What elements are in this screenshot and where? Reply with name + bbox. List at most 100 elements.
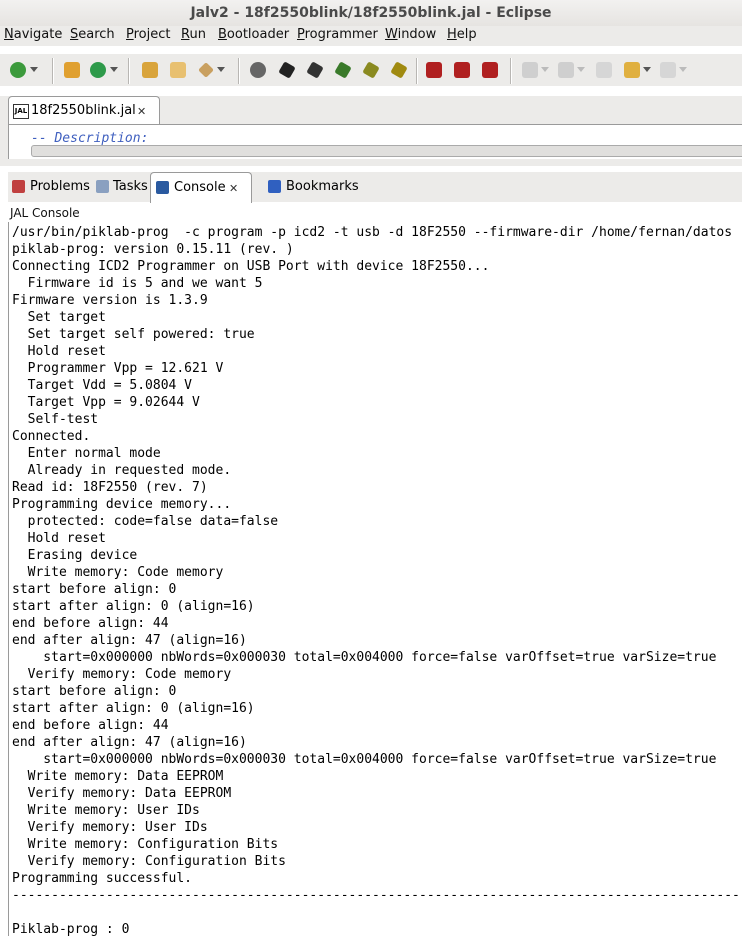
- console-icon: [156, 181, 169, 194]
- console-line: Write memory: User IDs: [12, 803, 200, 818]
- console-line: end before align: 44: [12, 616, 169, 631]
- prev-annotation-icon[interactable]: [558, 62, 574, 78]
- tab-tasks-label: Tasks: [113, 179, 148, 194]
- open-folder-icon[interactable]: [142, 62, 158, 78]
- forward-dropdown-icon[interactable]: [679, 67, 687, 72]
- close-icon[interactable]: ✕: [137, 105, 146, 118]
- menu-bootloader[interactable]: Bootloader: [218, 27, 289, 42]
- console-line: end after align: 47 (align=16): [12, 633, 247, 648]
- console-line: Connecting ICD2 Programmer on USB Port w…: [12, 259, 490, 274]
- back-arrow-icon[interactable]: [624, 62, 640, 78]
- console-line: end after align: 47 (align=16): [12, 735, 247, 750]
- menu-project[interactable]: Project: [126, 27, 171, 42]
- console-line: Self-test: [12, 412, 99, 427]
- toolbar-separator: [128, 58, 129, 84]
- new-wizard-dropdown-icon[interactable]: [30, 67, 38, 72]
- tool-icon[interactable]: [198, 62, 214, 78]
- back-dropdown-icon[interactable]: [643, 67, 651, 72]
- console-title: JAL Console: [10, 206, 80, 220]
- console-line: Verify memory: User IDs: [12, 820, 208, 835]
- console-output[interactable]: /usr/bin/piklab-prog -c program -p icd2 …: [8, 222, 742, 936]
- tab-console[interactable]: Console ✕: [150, 172, 252, 203]
- editor-area: JAL 18f2550blink.jal ✕ -- Description:: [0, 96, 742, 166]
- console-line: start before align: 0: [12, 684, 177, 699]
- menu-help[interactable]: Help: [447, 27, 477, 42]
- menu-navigate[interactable]: Navigate: [4, 27, 62, 42]
- console-line: start=0x000000 nbWords=0x000030 total=0x…: [12, 650, 717, 665]
- chip-program-icon[interactable]: [334, 61, 352, 79]
- tasks-icon: [96, 180, 109, 193]
- tab-problems-label: Problems: [30, 179, 90, 194]
- forward-arrow-icon[interactable]: [660, 62, 676, 78]
- editor-body[interactable]: -- Description:: [8, 124, 742, 159]
- chip-read-icon[interactable]: [306, 61, 324, 79]
- bookmarks-icon: [268, 180, 281, 193]
- menu-run[interactable]: Run: [181, 27, 206, 42]
- console-line: Verify memory: Code memory: [12, 667, 232, 682]
- next-annotation-dropdown-icon[interactable]: [541, 67, 549, 72]
- folder-icon[interactable]: [170, 62, 186, 78]
- new-wizard-icon[interactable]: [10, 62, 26, 78]
- chip-erase-icon[interactable]: [390, 61, 408, 79]
- console-line: Target Vpp = 9.02644 V: [12, 395, 200, 410]
- window-titlebar: Jalv2 - 18f2550blink/18f2550blink.jal - …: [0, 0, 742, 26]
- red-chip-run-icon[interactable]: [454, 62, 470, 78]
- menu-window[interactable]: Window: [385, 27, 436, 42]
- console-line: Verify memory: Configuration Bits: [12, 854, 286, 869]
- tool-dropdown-icon[interactable]: [217, 67, 225, 72]
- toolbar-separator: [238, 58, 239, 84]
- console-line: Programmer Vpp = 12.621 V: [12, 361, 224, 376]
- console-line: start after align: 0 (align=16): [12, 599, 255, 614]
- console-line: Already in requested mode.: [12, 463, 232, 478]
- menu-search[interactable]: Search: [70, 27, 115, 42]
- console-line: piklab-prog: version 0.15.11 (rev. ): [12, 242, 294, 257]
- toolbar-separator: [510, 58, 511, 84]
- console-line: Programming device memory...: [12, 497, 232, 512]
- console-line: Enter normal mode: [12, 446, 161, 461]
- tab-bookmarks[interactable]: Bookmarks: [260, 172, 359, 202]
- chip-icon[interactable]: [278, 61, 296, 79]
- console-line: start=0x000000 nbWords=0x000030 total=0x…: [12, 752, 717, 767]
- console-line: Verify memory: Data EEPROM: [12, 786, 232, 801]
- menu-programmer[interactable]: Programmer: [297, 27, 378, 42]
- editor-tab[interactable]: JAL 18f2550blink.jal ✕: [8, 96, 160, 125]
- run-dropdown-icon[interactable]: [110, 67, 118, 72]
- settings-gear-icon[interactable]: [250, 62, 266, 78]
- console-line: Read id: 18F2550 (rev. 7): [12, 480, 208, 495]
- editor-horizontal-scrollbar[interactable]: [31, 145, 742, 157]
- console-line: Connected.: [12, 429, 91, 444]
- tab-tasks[interactable]: Tasks: [94, 172, 150, 202]
- console-line: /usr/bin/piklab-prog -c program -p icd2 …: [12, 225, 733, 240]
- console-line: end before align: 44: [12, 718, 169, 733]
- console-line: Hold reset: [12, 344, 106, 359]
- next-annotation-icon[interactable]: [522, 62, 538, 78]
- chip-verify-icon[interactable]: [362, 61, 380, 79]
- console-line: Target Vdd = 5.0804 V: [12, 378, 193, 393]
- editor-tab-label: 18f2550blink.jal: [31, 103, 136, 118]
- tab-bookmarks-label: Bookmarks: [286, 179, 359, 194]
- console-line: ----------------------------------------…: [12, 888, 742, 903]
- views-tab-bar: Problems Tasks Console ✕ Bookmarks: [8, 172, 742, 203]
- jal-file-icon: JAL: [13, 104, 29, 119]
- console-line: Write memory: Code memory: [12, 565, 224, 580]
- last-edit-icon[interactable]: [596, 62, 612, 78]
- console-line: Set target: [12, 310, 106, 325]
- console-line: start before align: 0: [12, 582, 177, 597]
- build-icon[interactable]: [64, 62, 80, 78]
- console-line: protected: code=false data=false: [12, 514, 279, 529]
- run-icon[interactable]: [90, 62, 106, 78]
- console-line: start after align: 0 (align=16): [12, 701, 255, 716]
- prev-annotation-dropdown-icon[interactable]: [577, 67, 585, 72]
- main-toolbar: [0, 54, 742, 86]
- tab-problems[interactable]: Problems: [8, 172, 94, 202]
- tab-console-label: Console: [174, 180, 226, 195]
- toolbar-separator: [416, 58, 417, 84]
- red-chip-icon[interactable]: [426, 62, 442, 78]
- console-line: Firmware id is 5 and we want 5: [12, 276, 263, 291]
- menu-bar: Navigate Search Project Run Bootloader P…: [0, 26, 742, 46]
- close-icon[interactable]: ✕: [229, 182, 238, 195]
- console-line: Programming successful.: [12, 871, 193, 886]
- console-line: Piklab-prog : 0: [12, 922, 130, 936]
- red-chip-stop-icon[interactable]: [482, 62, 498, 78]
